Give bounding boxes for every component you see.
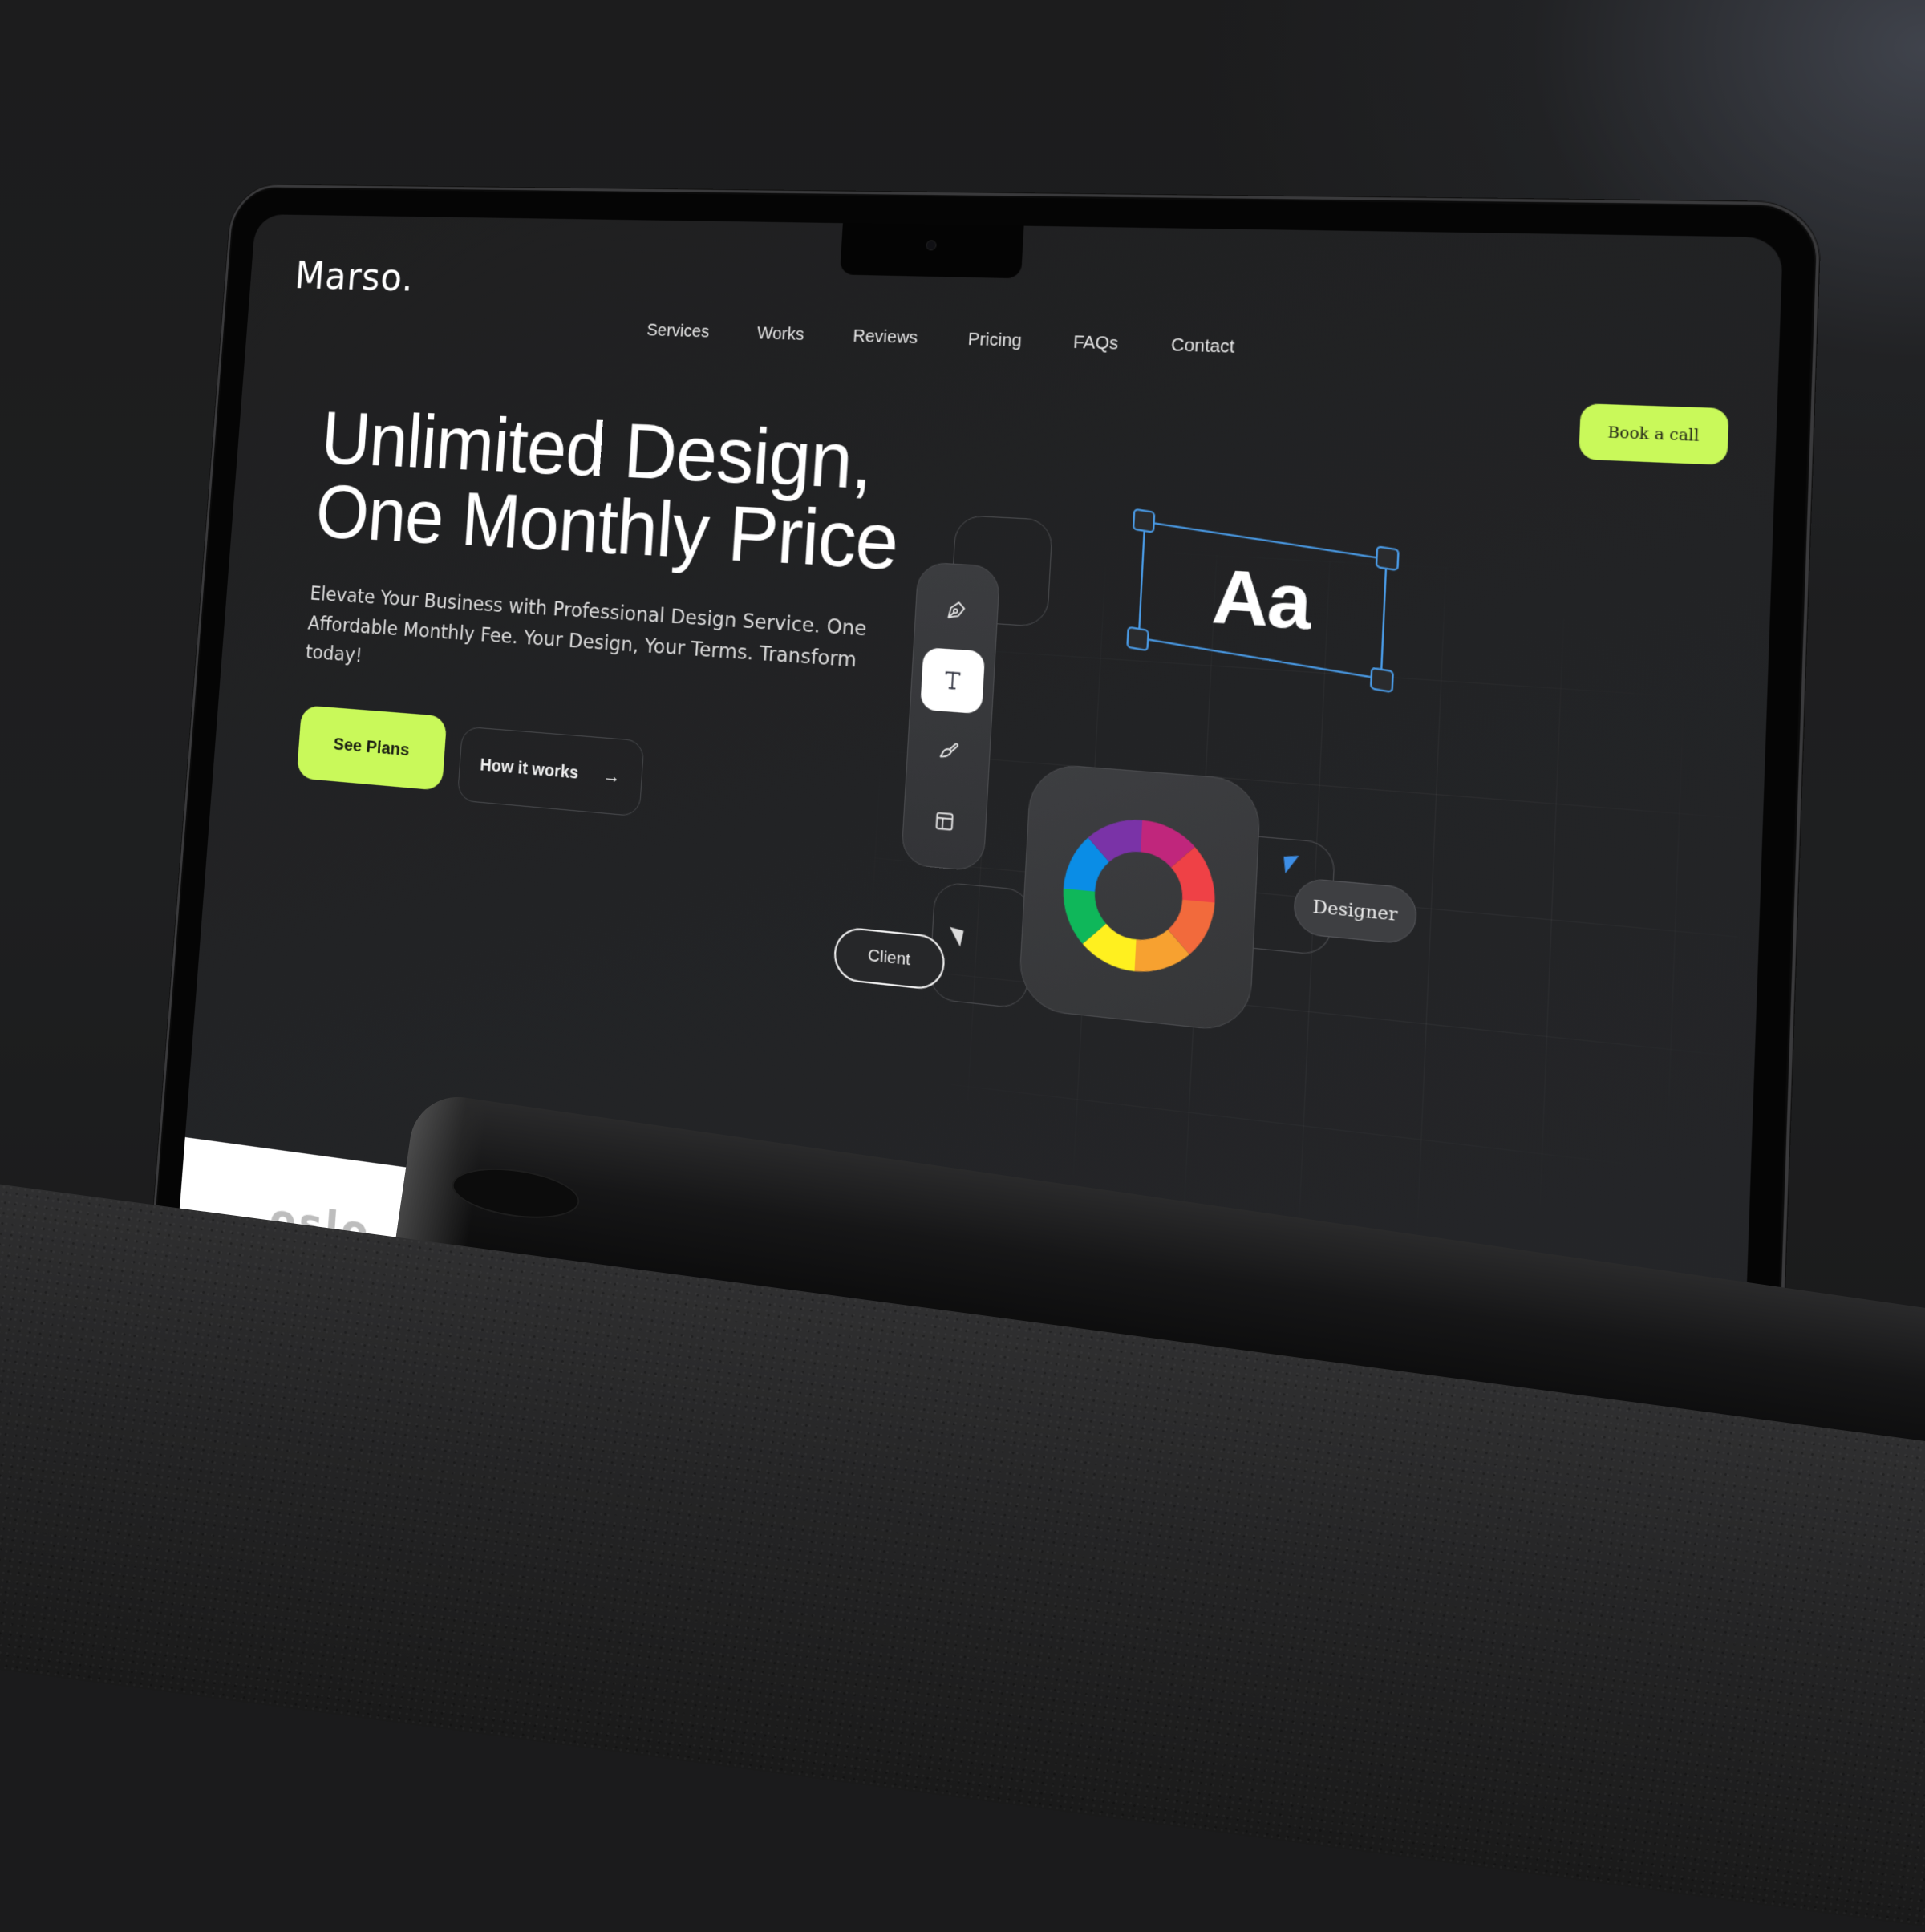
tool-pen[interactable] xyxy=(924,577,989,643)
text-tool-icon xyxy=(941,668,965,693)
tool-text[interactable] xyxy=(920,646,986,715)
nav-pricing[interactable]: Pricing xyxy=(967,330,1022,351)
resize-handle-bottom-right[interactable] xyxy=(1369,666,1395,694)
nav-faqs[interactable]: FAQs xyxy=(1072,333,1118,354)
brush-tool-icon xyxy=(937,738,961,763)
color-wheel-card xyxy=(1017,762,1262,1034)
design-toolbar xyxy=(900,561,1001,873)
nav-reviews[interactable]: Reviews xyxy=(853,326,918,348)
camera-icon xyxy=(926,240,937,251)
book-a-call-button[interactable]: Book a call xyxy=(1578,403,1729,466)
outline-shape xyxy=(928,881,1034,1010)
see-plans-button[interactable]: See Plans xyxy=(296,705,448,791)
tool-layout[interactable] xyxy=(912,787,977,855)
site-logo[interactable]: Marso. xyxy=(294,253,415,300)
how-it-works-button[interactable]: How it works → xyxy=(456,726,645,817)
designer-cursor-icon xyxy=(1283,855,1301,873)
resize-handle-bottom-left[interactable] xyxy=(1126,626,1149,652)
arrow-right-icon: → xyxy=(602,763,622,788)
color-wheel-icon xyxy=(1060,816,1218,977)
hero-subtitle: Elevate Your Business with Professional … xyxy=(305,583,868,672)
camera-notch xyxy=(839,219,1024,279)
tool-brush[interactable] xyxy=(916,717,981,784)
layout-tool-icon xyxy=(933,808,957,834)
main-nav: Services Works Reviews Pricing FAQs Cont… xyxy=(646,321,1235,358)
resize-handle-top-right[interactable] xyxy=(1375,545,1400,572)
nav-contact[interactable]: Contact xyxy=(1170,335,1234,358)
how-it-works-label: How it works xyxy=(479,755,579,783)
pen-tool-icon xyxy=(945,598,969,623)
resize-handle-top-left[interactable] xyxy=(1132,508,1156,534)
nav-services[interactable]: Services xyxy=(646,321,710,342)
typography-sample: Aa xyxy=(1210,553,1312,646)
laptop: Marso. Services Works Reviews Pricing FA… xyxy=(149,160,1822,1512)
scene-background: Marso. Services Works Reviews Pricing FA… xyxy=(0,0,1925,1932)
nav-works[interactable]: Works xyxy=(756,324,804,345)
hero-title: Unlimited Design, One Monthly Price xyxy=(313,398,937,587)
